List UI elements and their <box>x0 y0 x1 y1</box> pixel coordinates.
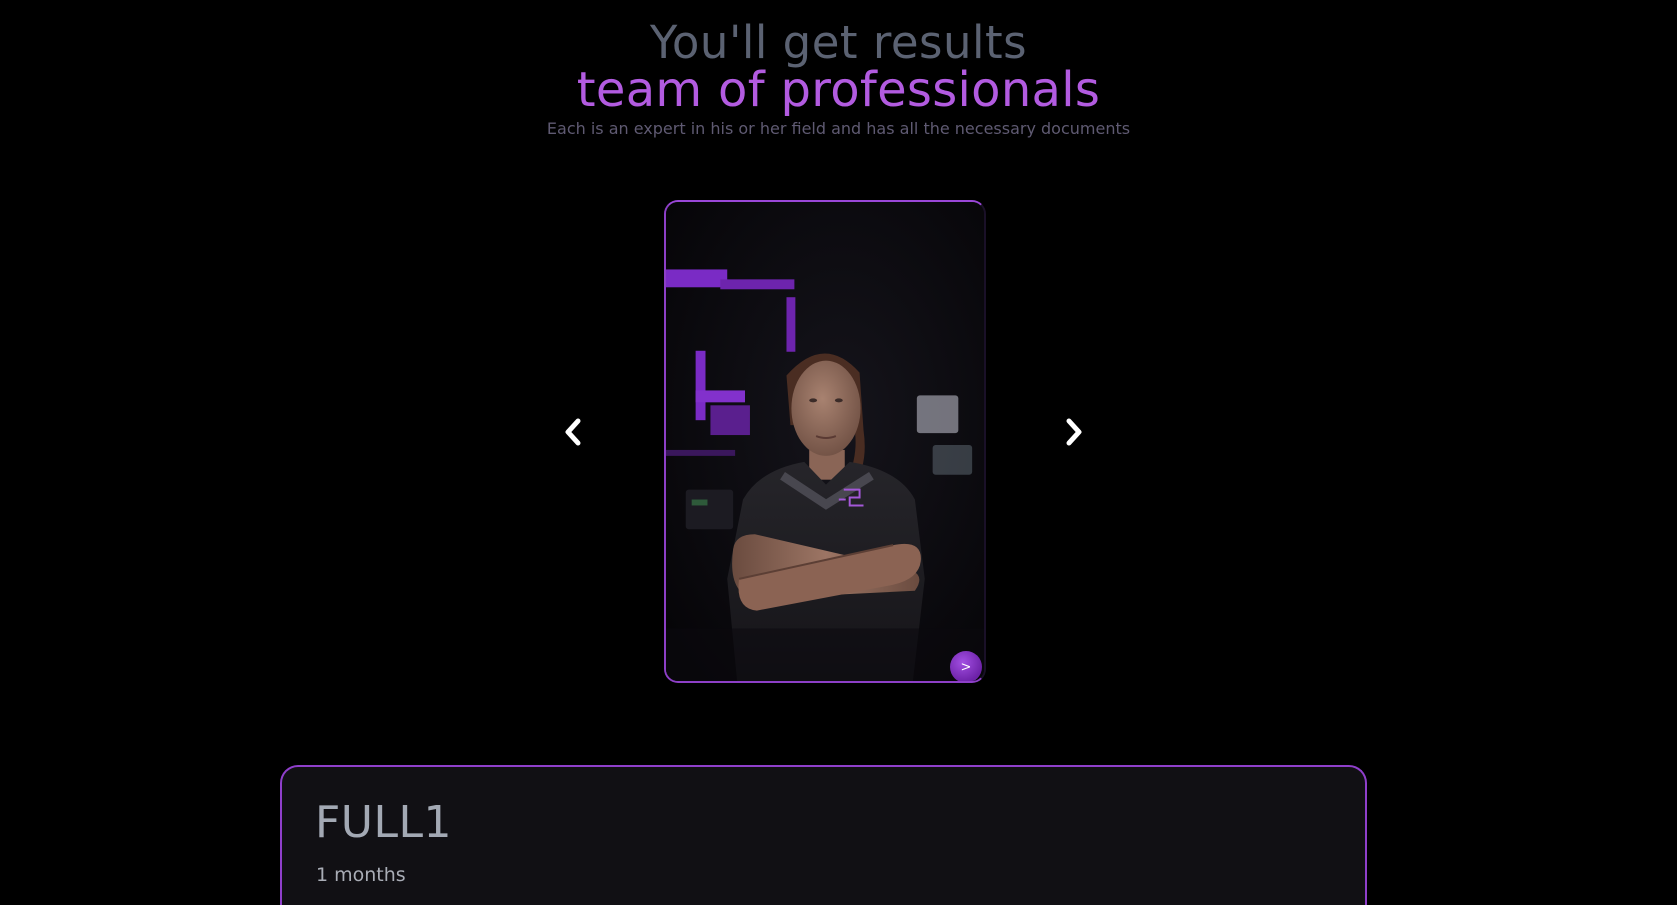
section-accent-title: team of professionals <box>576 62 1101 118</box>
trainer-card[interactable]: > <box>664 200 986 683</box>
carousel-prev-button[interactable] <box>556 415 590 449</box>
trainer-photo <box>666 202 984 681</box>
chevron-left-icon <box>565 418 581 446</box>
team-carousel: > <box>0 200 1677 685</box>
carousel-next-button[interactable] <box>1057 415 1091 449</box>
page: You'll get results team of professionals… <box>0 0 1677 905</box>
plan-duration: 1 months <box>316 864 406 886</box>
section-description: Each is an expert in his or her field an… <box>546 119 1131 138</box>
section-header: You'll get results team of professionals… <box>0 16 1677 140</box>
plan-card[interactable]: FULL1 1 months <box>280 765 1367 905</box>
card-open-button[interactable]: > <box>950 651 982 681</box>
plan-name: FULL1 <box>315 797 453 848</box>
chevron-right-icon <box>1066 418 1082 446</box>
